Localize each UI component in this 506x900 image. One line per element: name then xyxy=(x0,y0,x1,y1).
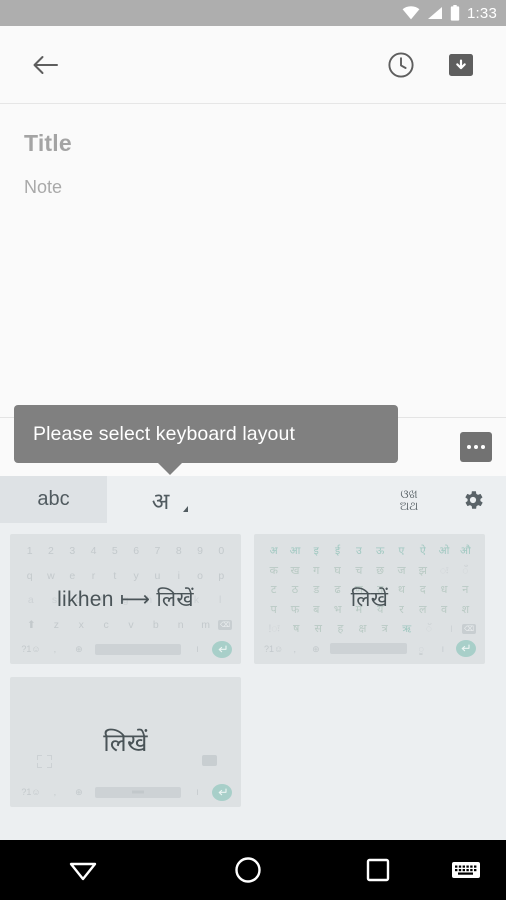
keyboard-icon xyxy=(452,862,480,878)
tab-settings[interactable] xyxy=(440,476,506,523)
tab-abc-label: abc xyxy=(37,488,70,510)
back-nav-button[interactable] xyxy=(0,840,165,900)
keyboard-layout-tooltip: Please select keyboard layout xyxy=(14,405,398,475)
back-button[interactable] xyxy=(22,42,68,88)
archive-button[interactable] xyxy=(438,42,484,88)
layout-card-transliteration[interactable]: 1234567890 qwertyuiop asdfghjkl ⬆ z x c v b n m… xyxy=(10,534,241,664)
keyboard-layout-chooser: 1234567890 qwertyuiop asdfghjkl ⬆ z x c v b n m… xyxy=(0,523,506,840)
note-body-input[interactable]: Note xyxy=(24,177,482,198)
tab-devanagari[interactable]: अ xyxy=(107,476,214,523)
note-title-input[interactable]: Title xyxy=(24,130,482,158)
keyboard-panel: abc अ ଓଖ ଅଥ 12345 6 7 8 9 0 q w e r t y … xyxy=(0,417,506,840)
dot-icon xyxy=(467,445,471,449)
layout-card-label: likhen ⟼ लिखें xyxy=(57,588,194,611)
cellular-signal-icon xyxy=(427,6,443,20)
tab-devanagari-label: अ xyxy=(151,487,170,514)
app-bar xyxy=(0,26,506,104)
circle-icon xyxy=(234,857,261,883)
square-icon xyxy=(366,858,390,882)
tooltip-arrow xyxy=(157,462,183,475)
tab-bar-gap xyxy=(214,476,378,523)
wifi-icon xyxy=(402,6,420,20)
keyboard-switch-button[interactable] xyxy=(426,840,506,900)
phone-screen: 1:33 Title Note abc अ ଓଖ ଅଥ 1 2 3 4 5 6 … xyxy=(0,0,506,900)
system-nav-bar xyxy=(0,840,506,900)
tab-abc[interactable]: abc xyxy=(0,476,107,523)
chevron-down-icon xyxy=(183,506,188,512)
gear-icon xyxy=(465,490,483,509)
keyboard-tab-bar: abc अ ଓଖ ଅଥ xyxy=(0,476,506,523)
reminder-clock-icon xyxy=(388,51,414,78)
battery-icon xyxy=(450,5,460,21)
dot-icon xyxy=(481,445,485,449)
status-clock: 1:33 xyxy=(467,4,497,22)
layout-card-native-devanagari[interactable]: अआइईउऊएऐओऔ क ख ग घ च छ ज झःँ टठडढणतथदधन पफबभमयर… xyxy=(254,534,485,664)
recents-nav-button[interactable] xyxy=(330,840,426,900)
tab-script-label: ଓଖ ଅଥ xyxy=(399,486,419,513)
tab-script[interactable]: ଓଖ ଅଥ xyxy=(378,476,440,523)
overflow-menu-button[interactable] xyxy=(460,432,492,462)
dot-icon xyxy=(474,445,478,449)
note-editor[interactable]: Title Note xyxy=(0,104,506,198)
layout-card-label: लिखें xyxy=(350,588,389,611)
home-nav-button[interactable] xyxy=(165,840,330,900)
reminder-button[interactable] xyxy=(378,42,424,88)
back-arrow-icon xyxy=(33,55,58,74)
triangle-down-icon xyxy=(69,862,96,881)
status-bar: 1:33 xyxy=(0,0,506,26)
tooltip-text: Please select keyboard layout xyxy=(33,422,295,445)
layout-card-label: लिखें xyxy=(103,729,148,757)
layout-card-handwriting[interactable]: ?1☺, ⊕ । लिखें xyxy=(10,677,241,807)
archive-icon xyxy=(449,53,473,76)
